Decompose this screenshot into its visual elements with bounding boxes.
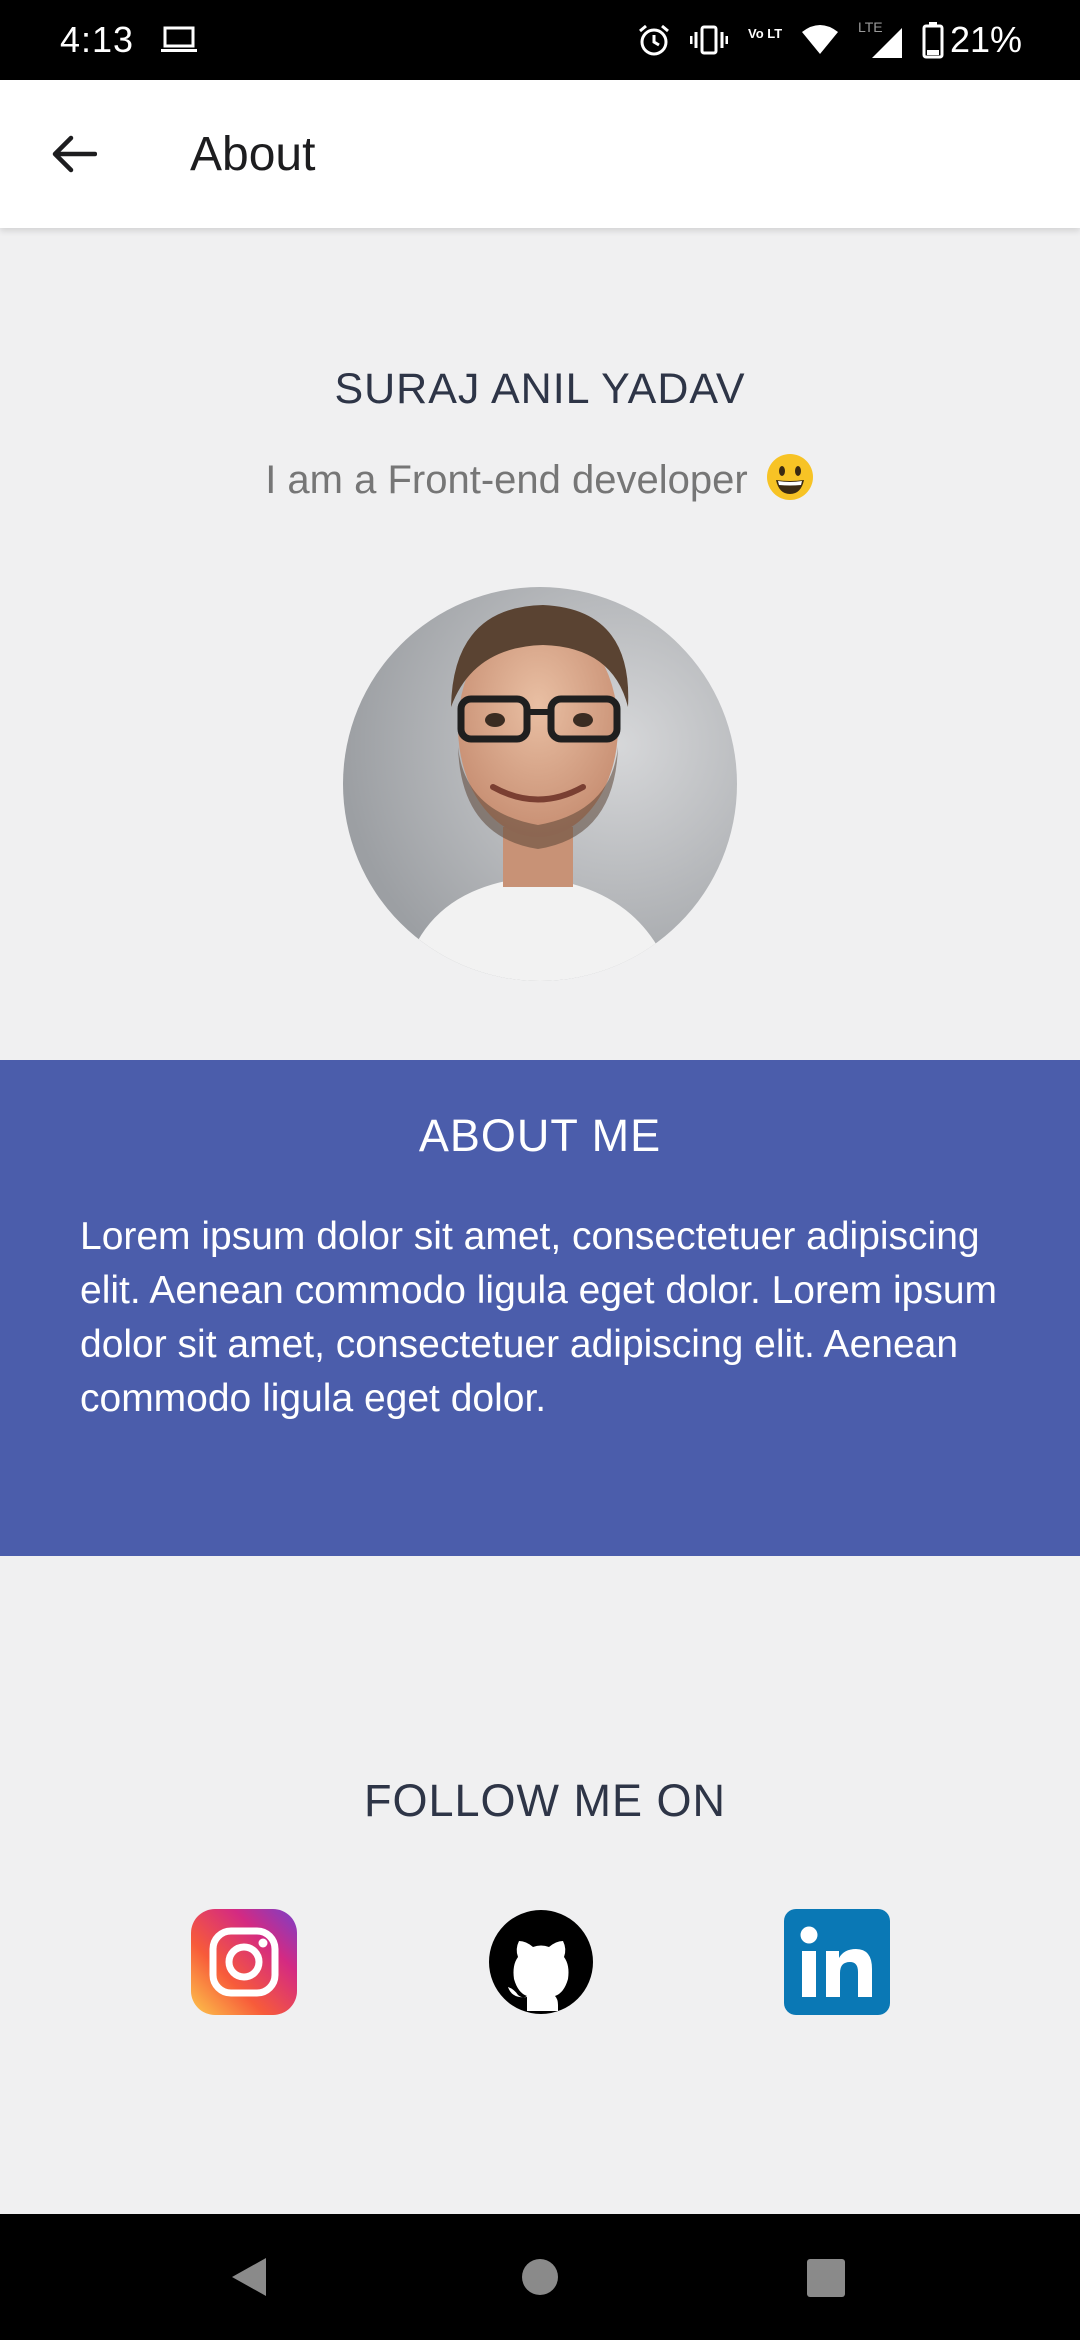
status-right: Vo LTE LTE 21% bbox=[618, 19, 1022, 61]
follow-heading: FOLLOW ME ON bbox=[363, 1775, 727, 1826]
tagline-text: I am a Front-end developer bbox=[265, 458, 748, 502]
instagram-link[interactable] bbox=[191, 1909, 297, 2015]
about-screen: 4:13 Vo LTE LTE bbox=[0, 0, 1080, 2340]
volte-label: Vo LTE bbox=[748, 26, 782, 41]
volte-icon: Vo LTE bbox=[748, 26, 782, 41]
battery-percent: 21% bbox=[949, 19, 1022, 60]
cell-signal-icon: LTE bbox=[858, 20, 902, 58]
square-recents-icon bbox=[807, 2259, 845, 2297]
back-button[interactable] bbox=[0, 80, 148, 228]
avatar bbox=[343, 587, 737, 981]
alarm-icon bbox=[638, 24, 669, 56]
linkedin-icon bbox=[784, 1909, 890, 2015]
laptop-icon bbox=[161, 26, 198, 52]
vibrate-icon bbox=[689, 25, 728, 55]
nav-back-button[interactable] bbox=[228, 2256, 270, 2303]
github-link[interactable] bbox=[488, 1909, 594, 2015]
profile-photo bbox=[343, 587, 737, 981]
nav-recents-button[interactable] bbox=[806, 2258, 846, 2303]
profile-tagline: I am a Front-end developer bbox=[0, 454, 1080, 503]
about-text: Lorem ipsum dolor sit amet, consectetuer… bbox=[80, 1215, 998, 1420]
nav-home-button[interactable] bbox=[521, 2258, 559, 2301]
instagram-icon bbox=[191, 1909, 297, 2015]
battery-icon bbox=[922, 22, 944, 59]
network-label: LTE bbox=[858, 20, 883, 35]
linkedin-link[interactable] bbox=[784, 1909, 890, 2015]
grinning-face-emoji bbox=[766, 454, 813, 501]
page-title: About bbox=[190, 127, 316, 181]
about-heading: ABOUT ME bbox=[418, 1110, 662, 1161]
profile-name: SURAJ ANIL YADAV bbox=[334, 365, 746, 413]
github-icon bbox=[489, 1910, 593, 2014]
circle-home-icon bbox=[522, 2259, 558, 2295]
status-bar: 4:13 Vo LTE LTE bbox=[0, 0, 1080, 80]
arrow-left-icon bbox=[52, 135, 97, 173]
status-left: 4:13 bbox=[60, 19, 198, 61]
status-time: 4:13 bbox=[60, 19, 135, 60]
triangle-back-icon bbox=[232, 2258, 266, 2296]
app-bar: About bbox=[0, 80, 1080, 228]
wifi-icon bbox=[801, 25, 838, 54]
about-section: ABOUT ME Lorem ipsum dolor sit amet, con… bbox=[0, 1060, 1080, 1556]
navigation-bar bbox=[0, 2214, 1080, 2340]
